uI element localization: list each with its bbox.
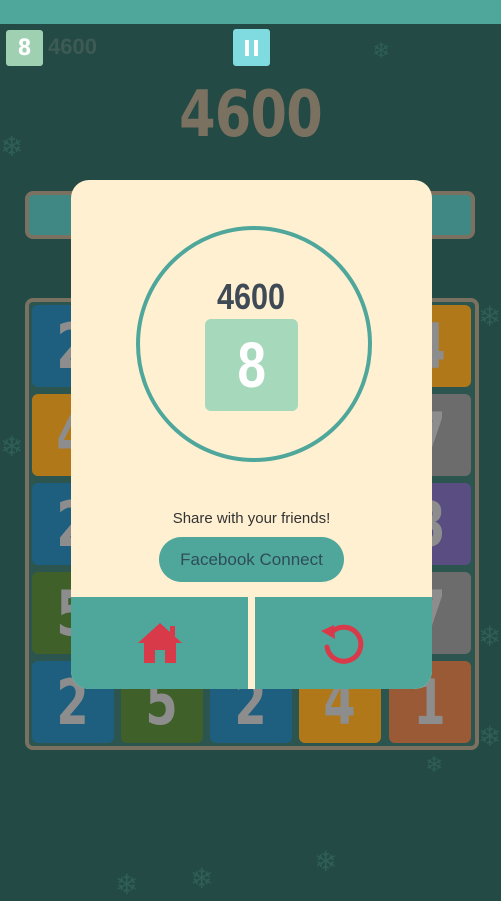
pause-icon: [245, 39, 249, 56]
facebook-connect-button[interactable]: Facebook Connect: [159, 537, 344, 582]
snowflake-icon: ❄: [372, 38, 391, 63]
snowflake-icon: ❄: [190, 863, 214, 894]
home-icon: [137, 623, 182, 663]
main-score: 4600: [179, 78, 323, 152]
restart-button[interactable]: [255, 597, 432, 689]
home-button[interactable]: [71, 597, 248, 689]
restart-icon: [320, 624, 363, 664]
pause-button[interactable]: [233, 29, 270, 66]
top-bar: [0, 0, 501, 24]
snowflake-icon: ❄: [425, 752, 444, 777]
snowflake-icon: ❄: [478, 301, 501, 332]
final-score: 4600: [217, 276, 286, 317]
level-tile-badge: 8: [6, 30, 43, 66]
snowflake-icon: ❄: [115, 869, 139, 900]
snowflake-icon: ❄: [314, 846, 338, 877]
share-text: Share with your friends!: [172, 510, 331, 527]
hud-score: 4600: [48, 34, 97, 59]
snowflake-icon: ❄: [478, 721, 501, 752]
game-over-dialog: 4600 8 Share with your friends! Facebook…: [71, 180, 432, 689]
snowflake-icon: ❄: [0, 131, 24, 162]
snowflake-icon: ❄: [0, 431, 24, 462]
snowflake-icon: ❄: [478, 621, 501, 652]
best-tile: 8: [205, 319, 298, 411]
